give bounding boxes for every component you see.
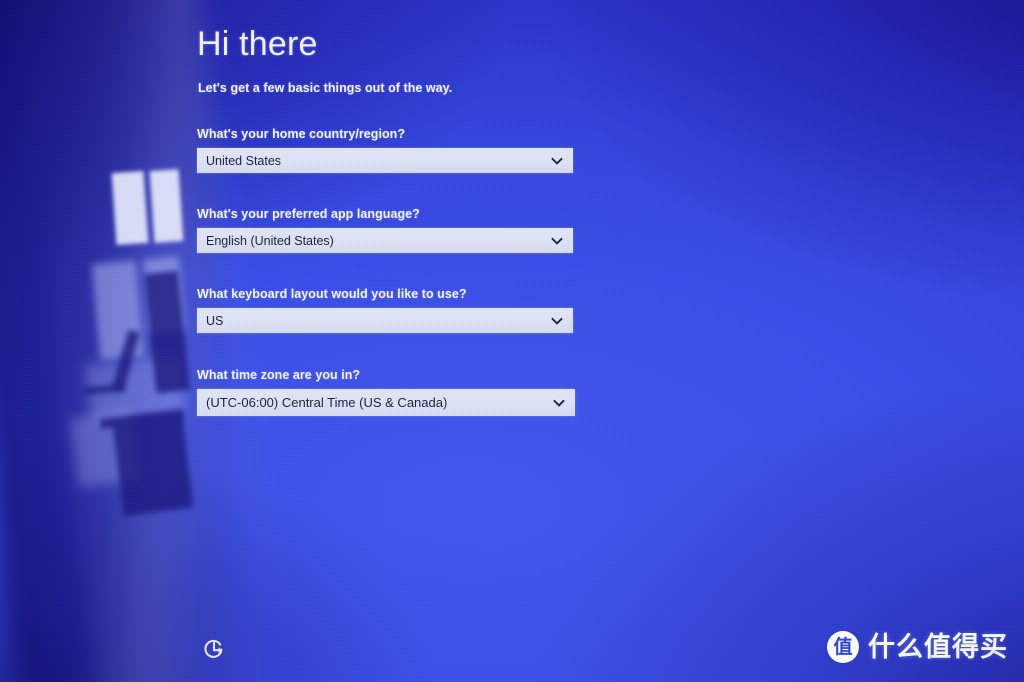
field-label-time-zone: What time zone are you in?	[197, 368, 361, 382]
chevron-down-icon	[553, 397, 565, 409]
chevron-down-icon	[551, 315, 563, 327]
field-country-region: What's your home country/region? United …	[197, 127, 573, 173]
oobe-screen: Hi there Let's get a few basic things ou…	[0, 0, 1024, 682]
page-subtitle: Let's get a few basic things out of the …	[198, 81, 453, 95]
field-app-language: What's your preferred app language? Engl…	[197, 207, 573, 253]
ease-of-access-button[interactable]	[197, 633, 231, 667]
watermark: 值 什么值得买	[827, 631, 1008, 663]
page-title: Hi there	[197, 25, 318, 63]
time-zone-dropdown[interactable]: (UTC-06:00) Central Time (US & Canada)	[197, 389, 575, 416]
keyboard-layout-dropdown[interactable]: US	[197, 308, 573, 333]
watermark-badge: 值	[827, 631, 859, 663]
field-label-country-region: What's your home country/region?	[197, 127, 406, 141]
app-language-value: English (United States)	[206, 233, 334, 248]
field-label-app-language: What's your preferred app language?	[197, 207, 420, 221]
field-label-keyboard-layout: What keyboard layout would you like to u…	[197, 287, 467, 301]
app-language-dropdown[interactable]: English (United States)	[197, 228, 573, 253]
country-region-value: United States	[206, 153, 282, 168]
field-keyboard-layout: What keyboard layout would you like to u…	[197, 287, 573, 333]
chevron-down-icon	[551, 235, 563, 247]
oobe-content: Hi there Let's get a few basic things ou…	[197, 0, 817, 682]
chevron-down-icon	[551, 155, 563, 167]
field-time-zone: What time zone are you in? (UTC-06:00) C…	[197, 368, 575, 416]
keyboard-layout-value: US	[206, 313, 224, 328]
country-region-dropdown[interactable]: United States	[197, 148, 573, 173]
watermark-text: 什么值得买	[868, 631, 1008, 663]
ease-of-access-icon	[201, 637, 227, 663]
time-zone-value: (UTC-06:00) Central Time (US & Canada)	[206, 395, 448, 410]
